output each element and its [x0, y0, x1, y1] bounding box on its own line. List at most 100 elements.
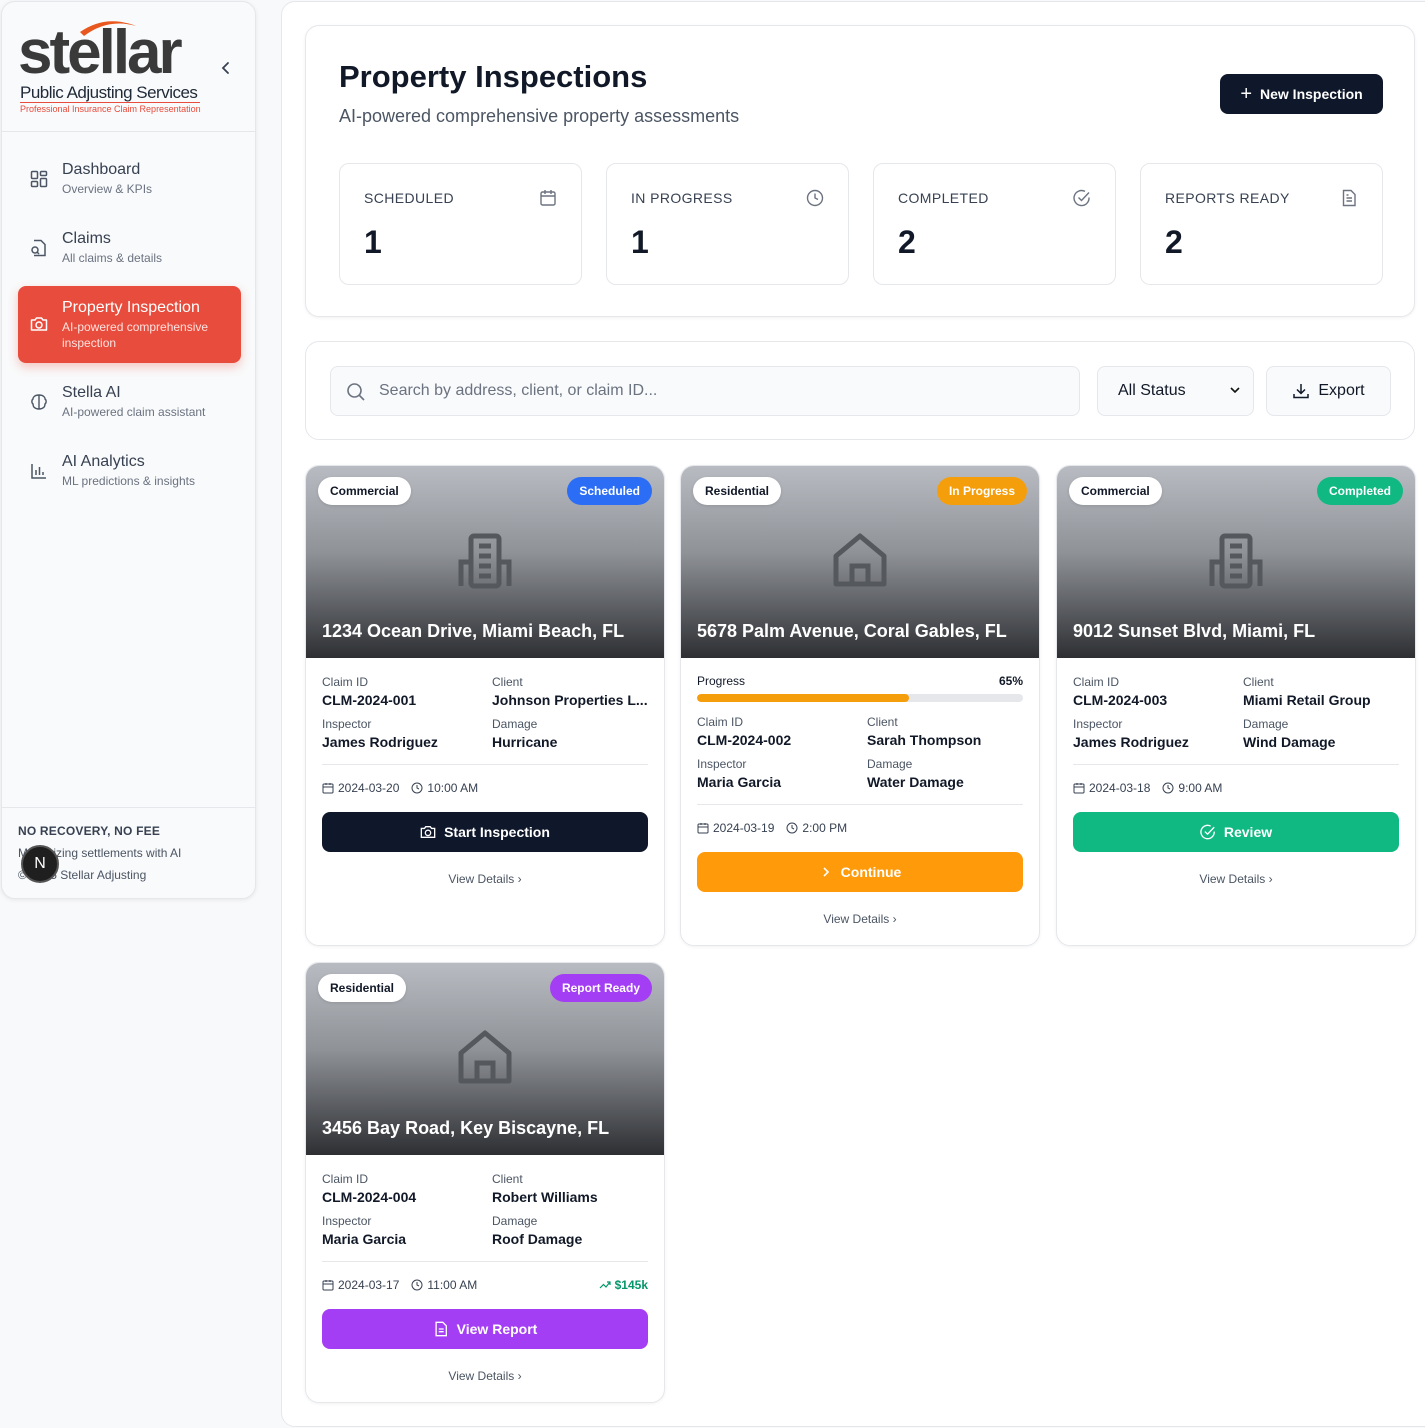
damage-label: Damage	[867, 757, 913, 771]
sidebar-nav: Dashboard Overview & KPIs Claims All cla…	[18, 148, 241, 509]
status-badge: Scheduled	[567, 477, 652, 505]
stat-label: REPORTS READY	[1165, 190, 1290, 206]
check-circle-icon	[1073, 189, 1090, 207]
view-details-link[interactable]: View Details ›	[322, 1369, 648, 1385]
damage-value: Wind Damage	[1243, 734, 1336, 750]
damage-value: Water Damage	[867, 774, 964, 790]
stat-completed: COMPLETED 2	[873, 163, 1116, 285]
claim-id-value: CLM-2024-003	[1073, 692, 1168, 708]
inspection-date: 2024-03-18	[1089, 780, 1151, 795]
view-details-link[interactable]: View Details ›	[322, 872, 648, 888]
inspection-card: Residential In Progress 5678 Palm Avenue…	[680, 465, 1040, 946]
filter-bar: All Status Export	[305, 341, 1415, 440]
view-details-link[interactable]: View Details ›	[697, 912, 1023, 928]
new-inspection-label: New Inspection	[1260, 86, 1363, 102]
footer-tagline: NO RECOVERY, NO FEE	[18, 824, 161, 838]
inspector-label: Inspector	[322, 717, 372, 731]
chevron-right-icon: ›	[517, 1369, 522, 1383]
file-search-icon	[31, 239, 46, 257]
house-icon	[833, 533, 887, 587]
clock-icon	[786, 822, 798, 833]
sidebar-item-label: Property Inspection	[62, 299, 200, 316]
house-icon	[458, 1030, 512, 1084]
inspection-date: 2024-03-17	[338, 1277, 400, 1292]
plus-icon: +	[1240, 83, 1252, 105]
start-inspection-button[interactable]: Start Inspection	[322, 812, 648, 852]
stat-reports-ready: REPORTS READY 2	[1140, 163, 1383, 285]
logo[interactable]: stellar Public Adjusting Services Profes…	[2, 2, 255, 132]
schedule-meta: 2024-03-20 10:00 AM	[322, 764, 648, 800]
schedule-meta: 2024-03-17 11:00 AM $145k	[322, 1261, 648, 1297]
search-input[interactable]	[379, 367, 1069, 415]
calendar-icon	[322, 782, 334, 793]
document-icon	[435, 1321, 447, 1337]
export-button[interactable]: Export	[1266, 366, 1391, 416]
calendar-icon	[322, 1279, 334, 1290]
card-hero: Residential In Progress 5678 Palm Avenue…	[681, 466, 1039, 658]
sidebar-item-claims[interactable]: Claims All claims & details	[18, 217, 241, 278]
chevron-right-icon	[823, 867, 829, 877]
sidebar-item-ai-analytics[interactable]: AI Analytics ML predictions & insights	[18, 440, 241, 501]
claim-id-label: Claim ID	[322, 1172, 369, 1186]
chevron-right-icon: ›	[1268, 872, 1273, 886]
inspection-time: 11:00 AM	[427, 1277, 478, 1292]
damage-value: Roof Damage	[492, 1231, 583, 1247]
action-label: Start Inspection	[444, 824, 550, 840]
damage-value: Hurricane	[492, 734, 558, 750]
inspection-card: Commercial Scheduled 1234 Ocean Drive, M…	[305, 465, 665, 946]
sidebar-item-sublabel: AI-powered comprehensive inspection	[62, 320, 209, 350]
continue-button[interactable]: Continue	[697, 852, 1023, 892]
inspector-label: Inspector	[1073, 717, 1123, 731]
client-value: Robert Williams	[492, 1189, 598, 1205]
trending-up-icon	[599, 1280, 611, 1288]
status-filter-select[interactable]: All Status	[1097, 366, 1254, 416]
collapse-sidebar-button[interactable]	[216, 58, 236, 78]
inspection-time: 9:00 AM	[1178, 780, 1223, 795]
sidebar-item-sublabel: All claims & details	[62, 251, 163, 265]
action-label: Continue	[840, 864, 902, 880]
calendar-icon	[1073, 782, 1085, 793]
card-hero: Commercial Scheduled 1234 Ocean Drive, M…	[306, 466, 664, 658]
schedule-meta: 2024-03-19 2:00 PM	[697, 804, 1023, 840]
inspection-time: 10:00 AM	[427, 780, 479, 795]
logo-divider	[20, 102, 200, 103]
office-building-icon	[1209, 533, 1263, 589]
page-title: Property Inspections	[339, 59, 648, 94]
sidebar-item-sublabel: ML predictions & insights	[62, 474, 195, 488]
property-address: 1234 Ocean Drive, Miami Beach, FL	[322, 621, 625, 641]
property-address: 5678 Palm Avenue, Coral Gables, FL	[697, 621, 1007, 641]
sidebar-item-stella-ai[interactable]: Stella AI AI-powered claim assistant	[18, 371, 241, 432]
check-circle-icon	[1200, 824, 1215, 840]
schedule-meta: 2024-03-18 9:00 AM	[1073, 764, 1399, 800]
view-details-link[interactable]: View Details ›	[1073, 872, 1399, 888]
inspection-card: Residential Report Ready 3456 Bay Road, …	[305, 962, 665, 1403]
download-icon	[1293, 384, 1310, 399]
status-badge: Completed	[1316, 477, 1403, 505]
status-badge: Report Ready	[549, 974, 652, 1002]
view-report-button[interactable]: View Report	[322, 1309, 648, 1349]
property-address: 9012 Sunset Blvd, Miami, FL	[1073, 621, 1316, 641]
client-value: Johnson Properties L...	[492, 692, 648, 708]
damage-label: Damage	[492, 717, 538, 731]
stat-label: IN PROGRESS	[631, 190, 733, 206]
office-building-icon	[458, 533, 512, 589]
new-inspection-button[interactable]: + New Inspection	[1220, 74, 1383, 114]
client-value: Miami Retail Group	[1243, 692, 1371, 708]
claim-id-value: CLM-2024-001	[322, 692, 417, 708]
property-type-badge: Commercial	[318, 477, 411, 505]
stat-in-progress: IN PROGRESS 1	[606, 163, 849, 285]
stat-label: COMPLETED	[898, 190, 989, 206]
sidebar-item-dashboard[interactable]: Dashboard Overview & KPIs	[18, 148, 241, 209]
sidebar-item-label: AI Analytics	[62, 453, 145, 470]
damage-label: Damage	[1243, 717, 1289, 731]
dev-tools-badge[interactable]: N	[21, 845, 59, 883]
sidebar-item-property-inspection[interactable]: Property Inspection AI-powered comprehen…	[18, 286, 241, 363]
claim-id-label: Claim ID	[322, 675, 369, 689]
sidebar-item-label: Stella AI	[62, 384, 121, 401]
inspector-label: Inspector	[697, 757, 747, 771]
property-type-badge: Commercial	[1069, 477, 1162, 505]
review-button[interactable]: Review	[1073, 812, 1399, 852]
stat-value: 2	[1165, 224, 1183, 260]
view-details-label: View Details	[1199, 872, 1266, 886]
stat-label: SCHEDULED	[364, 190, 454, 206]
